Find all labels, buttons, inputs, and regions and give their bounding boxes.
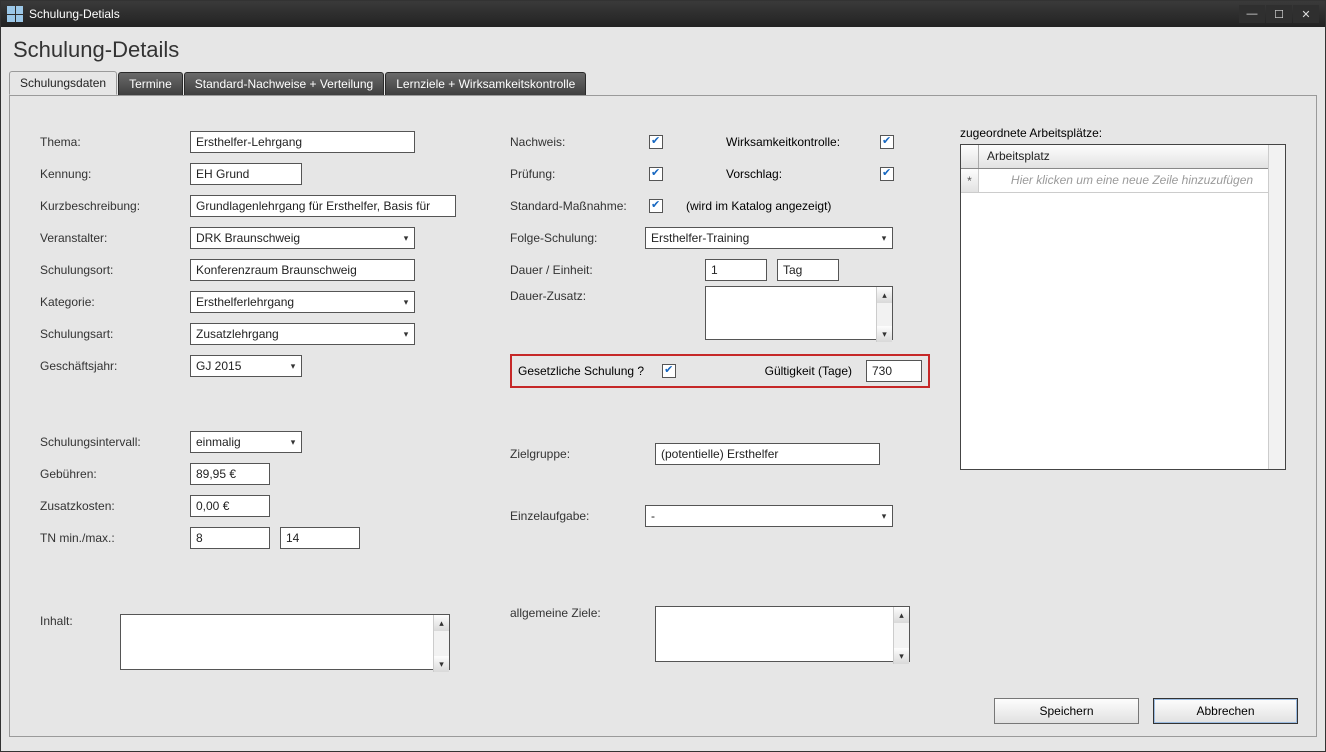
label-dauer-zusatz: Dauer-Zusatz: <box>510 286 645 303</box>
label-schulungsort: Schulungsort: <box>40 263 190 277</box>
label-inhalt: Inhalt: <box>40 614 120 628</box>
window-title: Schulung-Detials <box>29 7 120 21</box>
titlebar: Schulung-Detials — ☐ ✕ <box>1 1 1325 27</box>
column-left: Thema: Kennung: Kurzbeschreibung: Verans… <box>40 126 480 673</box>
standard-hint: (wird im Katalog angezeigt) <box>686 199 831 213</box>
titlebar-left: Schulung-Detials <box>7 6 120 22</box>
einzelaufgabe-select[interactable] <box>645 505 893 527</box>
tab-panel-schulungsdaten: Thema: Kennung: Kurzbeschreibung: Verans… <box>9 95 1317 737</box>
intervall-select[interactable] <box>190 431 302 453</box>
label-wirksamkeitkontrolle: Wirksamkeitkontrolle: <box>726 135 876 149</box>
inhalt-textarea[interactable] <box>120 614 450 670</box>
label-arbeitsplaetze: zugeordnete Arbeitsplätze: <box>960 126 1286 140</box>
standard-massnahme-checkbox[interactable] <box>649 199 663 213</box>
tab-schulungsdaten[interactable]: Schulungsdaten <box>9 71 117 95</box>
label-kurzbeschreibung: Kurzbeschreibung: <box>40 199 190 213</box>
label-geschaeftsjahr: Geschäftsjahr: <box>40 359 190 373</box>
window-controls: — ☐ ✕ <box>1239 5 1319 23</box>
scroll-down-icon: ▾ <box>434 656 449 672</box>
save-button[interactable]: Speichern <box>994 698 1139 724</box>
maximize-button[interactable]: ☐ <box>1266 5 1292 23</box>
label-standard-massnahme: Standard-Maßnahme: <box>510 199 645 213</box>
arbeitsplaetze-grid[interactable]: Arbeitsplatz * Hier klicken um eine neue… <box>960 144 1286 470</box>
label-allgemeine-ziele: allgemeine Ziele: <box>510 606 645 620</box>
minimize-button[interactable]: — <box>1239 5 1265 23</box>
geschaeftsjahr-select[interactable] <box>190 355 302 377</box>
label-kategorie: Kategorie: <box>40 295 190 309</box>
tab-standard-nachweise[interactable]: Standard-Nachweise + Verteilung <box>184 72 384 95</box>
zielgruppe-input[interactable] <box>655 443 880 465</box>
new-row-placeholder: Hier klicken um eine neue Zeile hinzuzuf… <box>979 169 1285 192</box>
scroll-up-icon: ▴ <box>877 287 892 303</box>
footer-buttons: Speichern Abbrechen <box>994 698 1298 724</box>
nachweis-checkbox[interactable] <box>649 135 663 149</box>
column-middle: Nachweis: Wirksamkeitkontrolle: Prüfung:… <box>510 126 930 673</box>
kurzbeschreibung-input[interactable] <box>190 195 456 217</box>
thema-input[interactable] <box>190 131 415 153</box>
veranstalter-select[interactable] <box>190 227 415 249</box>
app-icon <box>7 6 23 22</box>
dauer-einheit-input[interactable] <box>777 259 839 281</box>
cancel-button[interactable]: Abbrechen <box>1153 698 1298 724</box>
scroll-down-icon: ▾ <box>894 648 909 664</box>
close-button[interactable]: ✕ <box>1293 5 1319 23</box>
gesetzliche-schulung-checkbox[interactable] <box>662 364 676 378</box>
label-schulungsart: Schulungsart: <box>40 327 190 341</box>
label-dauer-einheit: Dauer / Einheit: <box>510 263 645 277</box>
page-title: Schulung-Details <box>1 27 1325 71</box>
grid-scrollbar[interactable] <box>1268 145 1285 469</box>
scroll-down-icon: ▾ <box>877 326 892 342</box>
pruefung-checkbox[interactable] <box>649 167 663 181</box>
label-einzelaufgabe: Einzelaufgabe: <box>510 509 645 523</box>
label-thema: Thema: <box>40 135 190 149</box>
new-row-indicator-icon: * <box>961 169 979 192</box>
label-zusatzkosten: Zusatzkosten: <box>40 499 190 513</box>
allgemeine-ziele-textarea[interactable] <box>655 606 910 662</box>
label-vorschlag: Vorschlag: <box>726 167 876 181</box>
tn-max-input[interactable] <box>280 527 360 549</box>
tn-min-input[interactable] <box>190 527 270 549</box>
grid-new-row[interactable]: * Hier klicken um eine neue Zeile hinzuz… <box>961 169 1285 193</box>
label-gesetzliche-schulung: Gesetzliche Schulung ? <box>518 364 644 378</box>
grid-corner <box>961 145 979 168</box>
gesetzliche-schulung-highlight: Gesetzliche Schulung ? Gültigkeit (Tage) <box>510 354 930 388</box>
gueltigkeit-input[interactable] <box>866 360 922 382</box>
label-nachweis: Nachweis: <box>510 135 645 149</box>
scroll-up-icon: ▴ <box>434 615 449 631</box>
grid-column-arbeitsplatz[interactable]: Arbeitsplatz <box>979 145 1285 168</box>
label-veranstalter: Veranstalter: <box>40 231 190 245</box>
dauer-input[interactable] <box>705 259 767 281</box>
vorschlag-checkbox[interactable] <box>880 167 894 181</box>
scrollbar[interactable]: ▴▾ <box>893 607 909 664</box>
folge-schulung-select[interactable] <box>645 227 893 249</box>
zusatzkosten-input[interactable] <box>190 495 270 517</box>
label-folge-schulung: Folge-Schulung: <box>510 231 645 245</box>
scroll-up-icon: ▴ <box>894 607 909 623</box>
kategorie-select[interactable] <box>190 291 415 313</box>
schulungsart-select[interactable] <box>190 323 415 345</box>
column-right: zugeordnete Arbeitsplätze: Arbeitsplatz … <box>960 126 1286 673</box>
tabs-bar: Schulungsdaten Termine Standard-Nachweis… <box>9 71 1325 95</box>
scrollbar[interactable]: ▴▾ <box>876 287 892 342</box>
gebuehren-input[interactable] <box>190 463 270 485</box>
window-frame: Schulung-Detials — ☐ ✕ Schulung-Details … <box>0 0 1326 752</box>
wirksamkeitkontrolle-checkbox[interactable] <box>880 135 894 149</box>
tab-lernziele[interactable]: Lernziele + Wirksamkeitskontrolle <box>385 72 586 95</box>
kennung-input[interactable] <box>190 163 302 185</box>
scrollbar[interactable]: ▴▾ <box>433 615 449 672</box>
tab-termine[interactable]: Termine <box>118 72 183 95</box>
label-schulungsintervall: Schulungsintervall: <box>40 435 190 449</box>
label-gebuehren: Gebühren: <box>40 467 190 481</box>
label-tn-min-max: TN min./max.: <box>40 531 190 545</box>
label-kennung: Kennung: <box>40 167 190 181</box>
dauer-zusatz-textarea[interactable] <box>705 286 893 340</box>
label-zielgruppe: Zielgruppe: <box>510 447 645 461</box>
schulungsort-input[interactable] <box>190 259 415 281</box>
grid-header: Arbeitsplatz <box>961 145 1285 169</box>
label-pruefung: Prüfung: <box>510 167 645 181</box>
label-gueltigkeit: Gültigkeit (Tage) <box>765 364 852 378</box>
